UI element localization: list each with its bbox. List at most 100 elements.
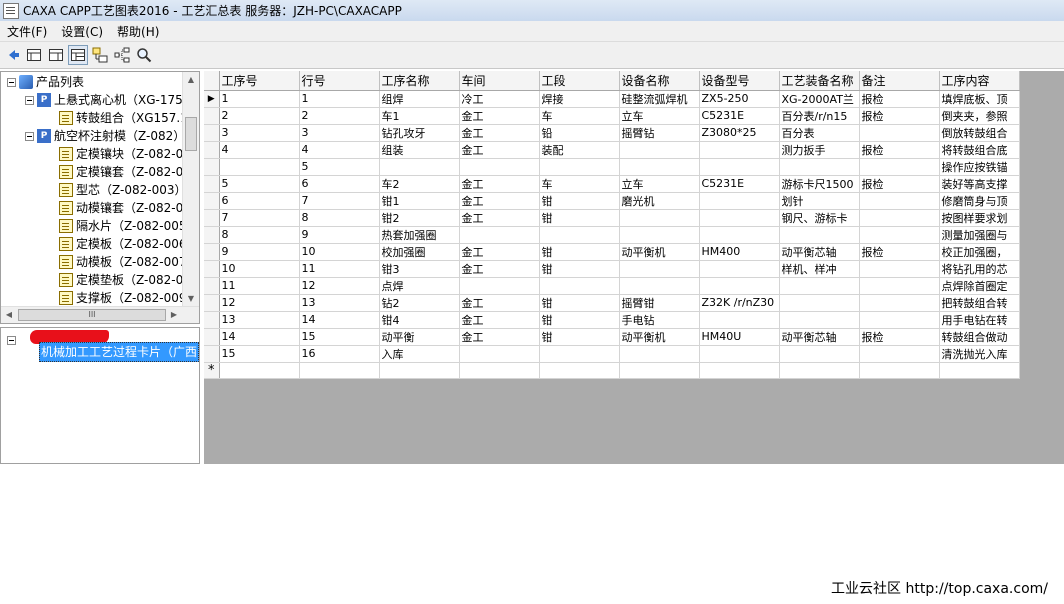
table-cell[interactable] [379, 362, 460, 379]
table-cell[interactable] [859, 192, 940, 210]
table-cell[interactable]: 钳2 [379, 209, 460, 227]
table-cell[interactable]: 入库 [379, 345, 460, 363]
table-cell[interactable]: 清洗抛光入库 [939, 345, 1020, 363]
table-cell[interactable] [859, 362, 940, 379]
table-row[interactable]: 13 14 钳4 金工钳手电钻 用手电钻在转 [204, 311, 1020, 329]
column-header[interactable]: 设备型号 [699, 71, 780, 91]
table-cell[interactable] [859, 311, 940, 329]
table-cell[interactable]: 15 [299, 328, 380, 346]
table-cell[interactable] [859, 345, 940, 363]
table-cell[interactable]: 11 [299, 260, 380, 278]
table-cell[interactable]: 倒夹夹，参照 [939, 107, 1020, 125]
table-cell[interactable] [859, 124, 940, 142]
card-tree-node[interactable]: 机械加工工艺过程卡片（广西 [39, 342, 199, 362]
back-icon[interactable] [2, 45, 22, 65]
table-cell[interactable]: 9 [299, 226, 380, 244]
collapse-toggle[interactable] [25, 131, 34, 141]
table-cell[interactable]: 7 [299, 192, 380, 210]
row-selector[interactable] [204, 260, 220, 278]
tree-node[interactable]: 动模板（Z-082-007） [59, 253, 198, 271]
table-cell[interactable] [779, 277, 860, 295]
column-header[interactable]: 备注 [859, 71, 940, 91]
table-cell[interactable] [859, 209, 940, 227]
scroll-up-icon[interactable]: ▲ [183, 72, 199, 88]
table-cell[interactable]: 13 [219, 311, 300, 329]
table-cell[interactable]: 操作应按铁锚 [939, 158, 1020, 176]
table-cell[interactable]: 钳1 [379, 192, 460, 210]
table-cell[interactable]: 点焊 [379, 277, 460, 295]
table-cell[interactable] [619, 345, 700, 363]
table-row[interactable]: 5 操作应按铁锚 [204, 158, 1020, 176]
table-row[interactable]: 2 2 车1 金工车立车 C5231E 百分表/r/n15 报检 倒夹夹，参照 [204, 107, 1020, 125]
table-cell[interactable]: 磨光机 [619, 192, 700, 210]
table-row[interactable]: 6 7 钳1 金工钳磨光机 划针 修磨筒身与顶 [204, 192, 1020, 210]
table-cell[interactable]: 6 [299, 175, 380, 193]
menu-file[interactable]: 文件(F) [0, 23, 54, 40]
table-cell[interactable]: 填焊底板、顶 [939, 90, 1020, 108]
table-cell[interactable]: 焊接 [539, 90, 620, 108]
tree-export-icon[interactable] [90, 45, 110, 65]
table-cell[interactable]: 3 [219, 124, 300, 142]
table-cell[interactable] [459, 158, 540, 176]
table-cell[interactable]: 立车 [619, 175, 700, 193]
tree-structure-icon[interactable] [112, 45, 132, 65]
table-cell[interactable] [539, 345, 620, 363]
table-cell[interactable] [699, 345, 780, 363]
table-cell[interactable]: 装配 [539, 141, 620, 159]
table-cell[interactable]: 报检 [859, 107, 940, 125]
table-cell[interactable]: 12 [299, 277, 380, 295]
column-header[interactable]: 工序内容 [939, 71, 1020, 91]
table-cell[interactable]: 动平衡芯轴 [779, 328, 860, 346]
table-cell[interactable]: 钢尺、游标卡 [779, 209, 860, 227]
table-cell[interactable]: 车 [539, 175, 620, 193]
table-row[interactable]: 8 9 热套加强圈 测量加强圈与 [204, 226, 1020, 244]
table-cell[interactable]: 16 [299, 345, 380, 363]
table-cell[interactable]: 点焊除首圈定 [939, 277, 1020, 295]
table-cell[interactable] [779, 311, 860, 329]
table-cell[interactable]: 金工 [459, 192, 540, 210]
tree-node[interactable]: 定模板（Z-082-006） [59, 235, 198, 253]
table-cell[interactable] [619, 158, 700, 176]
table-cell[interactable]: 钳 [539, 294, 620, 312]
collapse-toggle[interactable] [7, 335, 16, 345]
table-cell[interactable]: 修磨筒身与顶 [939, 192, 1020, 210]
table-cell[interactable]: 车1 [379, 107, 460, 125]
table-cell[interactable]: 组装 [379, 141, 460, 159]
table-cell[interactable]: 铅 [539, 124, 620, 142]
table-cell[interactable]: 13 [299, 294, 380, 312]
table-cell[interactable]: 动平衡芯轴 [779, 243, 860, 261]
table-cell[interactable] [539, 226, 620, 244]
tree-horizontal-scrollbar[interactable]: ◀ III ▶ [1, 306, 199, 323]
table-cell[interactable]: 报检 [859, 141, 940, 159]
table-cell[interactable]: 摇臂钳 [619, 294, 700, 312]
column-header[interactable]: 工段 [539, 71, 620, 91]
table-cell[interactable]: 手电钻 [619, 311, 700, 329]
tree-node[interactable]: 支撑板（Z-082-009） [59, 289, 198, 307]
tree-node[interactable]: 动模镶套（Z-082-00 [59, 199, 191, 217]
row-selector[interactable] [204, 107, 220, 125]
table-cell[interactable]: 游标卡尺1500 [779, 175, 860, 193]
table-cell[interactable]: 百分表 [779, 124, 860, 142]
table-cell[interactable] [859, 260, 940, 278]
table-cell[interactable]: 钳4 [379, 311, 460, 329]
table-cell[interactable]: 金工 [459, 328, 540, 346]
table-cell[interactable]: XG-2000AT兰 [779, 90, 860, 108]
table-cell[interactable] [619, 226, 700, 244]
menu-help[interactable]: 帮助(H) [110, 23, 166, 40]
table-cell[interactable]: 金工 [459, 141, 540, 159]
row-selector[interactable] [204, 277, 220, 295]
table-cell[interactable]: 钳3 [379, 260, 460, 278]
table-cell[interactable]: 3 [299, 124, 380, 142]
table-cell[interactable] [699, 209, 780, 227]
table-cell[interactable]: 硅整流弧焊机 [619, 90, 700, 108]
column-header[interactable]: 工艺装备名称 [779, 71, 860, 91]
table-row[interactable]: 9 10 校加强圈 金工钳动平衡机 HM400 动平衡芯轴 报检 校正加强圈， [204, 243, 1020, 261]
tree-node[interactable]: 定模镶块（Z-082-00 [59, 145, 191, 163]
table-cell[interactable]: HM400 [699, 243, 780, 261]
tree-node[interactable]: 隔水片（Z-082-005） [59, 217, 198, 235]
table-cell[interactable]: 1 [219, 90, 300, 108]
scroll-thumb[interactable]: III [18, 309, 166, 321]
table-cell[interactable] [619, 362, 700, 379]
table-cell[interactable]: 钳 [539, 260, 620, 278]
table-cell[interactable]: C5231E [699, 107, 780, 125]
